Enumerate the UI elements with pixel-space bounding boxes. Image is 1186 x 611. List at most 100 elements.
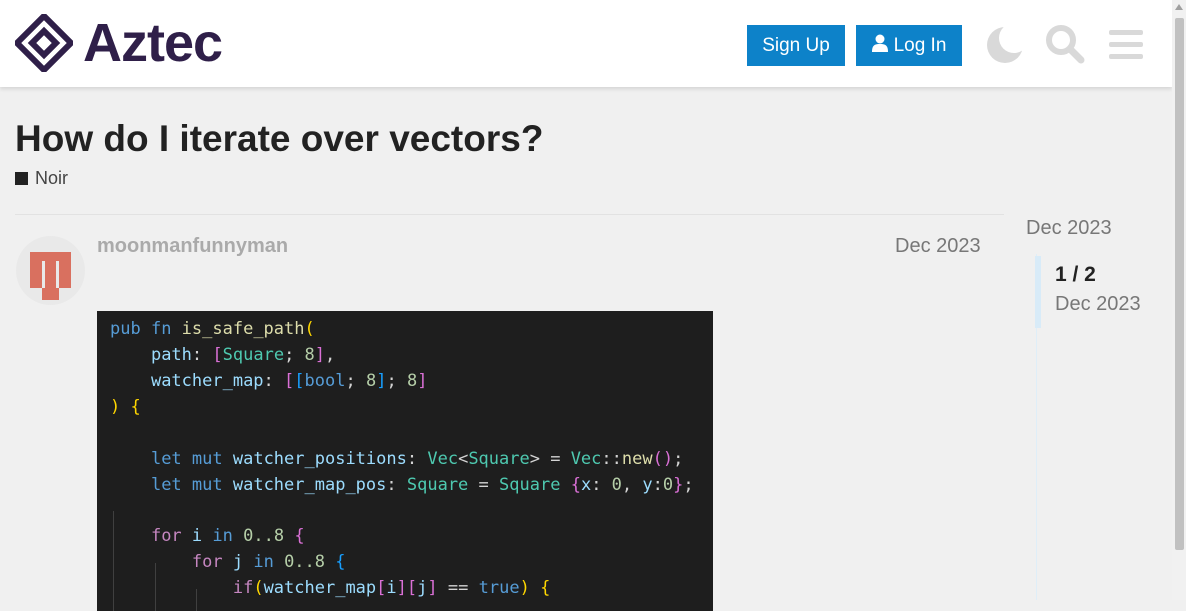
code-token: new: [621, 449, 653, 469]
site-header: Aztec Sign Up Log In: [0, 0, 1172, 87]
code-token: ,: [325, 345, 336, 365]
category-badge[interactable]: Noir: [15, 168, 68, 189]
code-token: watcher_positions: [232, 449, 407, 469]
code-token: 8: [304, 345, 315, 365]
code-token: }: [673, 475, 684, 495]
timeline-start-date[interactable]: Dec 2023: [1026, 217, 1112, 240]
code-token: 8: [365, 371, 377, 391]
code-token: Vec: [427, 449, 459, 469]
code-token: 0..8: [284, 552, 326, 572]
hamburger-menu-button[interactable]: [1104, 22, 1148, 66]
code-token: ): [110, 397, 121, 417]
code-token: ]: [396, 578, 407, 598]
code-line: for i in 0..8 {: [110, 525, 305, 547]
code-token: in: [212, 526, 244, 546]
code-token: i: [386, 578, 397, 598]
code-token: ]: [427, 578, 438, 598]
code-token: :: [386, 475, 407, 495]
code-token: mut: [191, 449, 233, 469]
code-token: {: [540, 578, 551, 598]
code-line: watcher_map: [[bool; 8]; 8]: [110, 370, 428, 392]
code-token: ): [662, 449, 674, 469]
code-token: for: [191, 552, 233, 572]
code-token: Square: [222, 345, 285, 365]
dark-mode-toggle[interactable]: [983, 22, 1027, 66]
code-token: fn: [150, 319, 182, 339]
avatar[interactable]: [16, 236, 85, 305]
code-line: let mut watcher_positions: Vec<Square> =…: [110, 448, 683, 470]
code-token: 0..8: [243, 526, 285, 546]
code-token: {: [130, 397, 141, 417]
sign-up-label: Sign Up: [762, 34, 830, 56]
code-token: ]: [376, 371, 387, 391]
code-token: j: [232, 552, 244, 572]
code-token: [: [406, 578, 418, 598]
scrollbar-thumb[interactable]: [1175, 18, 1184, 550]
log-in-button[interactable]: Log In: [856, 25, 962, 66]
code-token: i: [191, 526, 203, 546]
code-token: Square: [499, 475, 561, 495]
code-token: mut: [191, 475, 233, 495]
code-token: ): [519, 578, 530, 598]
post-date[interactable]: Dec 2023: [895, 235, 981, 258]
code-line: path: [Square; 8],: [110, 344, 335, 366]
category-color-swatch: [15, 172, 28, 185]
code-line: for j in 0..8 {: [110, 551, 346, 573]
code-token: {: [335, 552, 346, 572]
code-token: if: [232, 578, 254, 598]
code-token: y: [642, 475, 653, 495]
code-token: ,: [621, 475, 643, 495]
code-token: 0: [662, 475, 674, 495]
code-token: bool: [304, 371, 346, 391]
code-token: > =: [529, 449, 571, 469]
code-token: <: [458, 449, 469, 469]
code-screenshot-image: pub fn is_safe_path( path: [Square; 8], …: [97, 311, 713, 611]
code-token: :: [591, 475, 612, 495]
timeline-scroll-handle[interactable]: [1035, 256, 1041, 328]
code-token: in: [253, 552, 285, 572]
page-scrollbar[interactable]: [1172, 0, 1186, 600]
code-token: Vec: [570, 449, 602, 469]
post-author-username[interactable]: moonmanfunnyman: [97, 235, 288, 258]
moon-icon: [987, 27, 1023, 63]
code-token: let: [150, 449, 192, 469]
code-token: (: [652, 449, 663, 469]
code-token: :: [406, 449, 428, 469]
code-token: [: [284, 371, 295, 391]
code-token: watcher_map_pos: [232, 475, 387, 495]
search-button[interactable]: [1043, 22, 1087, 66]
code-token: ;: [284, 345, 305, 365]
code-token: ==: [437, 578, 479, 598]
code-line: if(watcher_map[i][j] == true) {: [110, 577, 550, 599]
topic-title[interactable]: How do I iterate over vectors?: [15, 118, 543, 160]
code-token: :: [263, 371, 285, 391]
code-token: true: [478, 578, 520, 598]
scroll-up-arrow-icon[interactable]: [1175, 4, 1183, 10]
aztec-logo[interactable]: Aztec: [15, 14, 223, 72]
topic-divider: [15, 214, 1004, 215]
search-icon: [1046, 25, 1085, 64]
category-name: Noir: [35, 168, 69, 188]
code-token: watcher_map: [263, 578, 377, 598]
code-line: let mut watcher_map_pos: Square = Square…: [110, 474, 694, 496]
sign-up-button[interactable]: Sign Up: [747, 25, 845, 66]
log-in-label: Log In: [893, 34, 947, 56]
code-token: ::: [601, 449, 622, 469]
menu-icon: [1109, 30, 1143, 59]
code-token: (: [304, 319, 315, 339]
code-token: pub: [110, 319, 151, 339]
code-token: 0: [611, 475, 622, 495]
code-line: ) {: [110, 396, 141, 418]
code-token: ]: [314, 345, 326, 365]
timeline-position: 1 / 2: [1055, 263, 1096, 286]
